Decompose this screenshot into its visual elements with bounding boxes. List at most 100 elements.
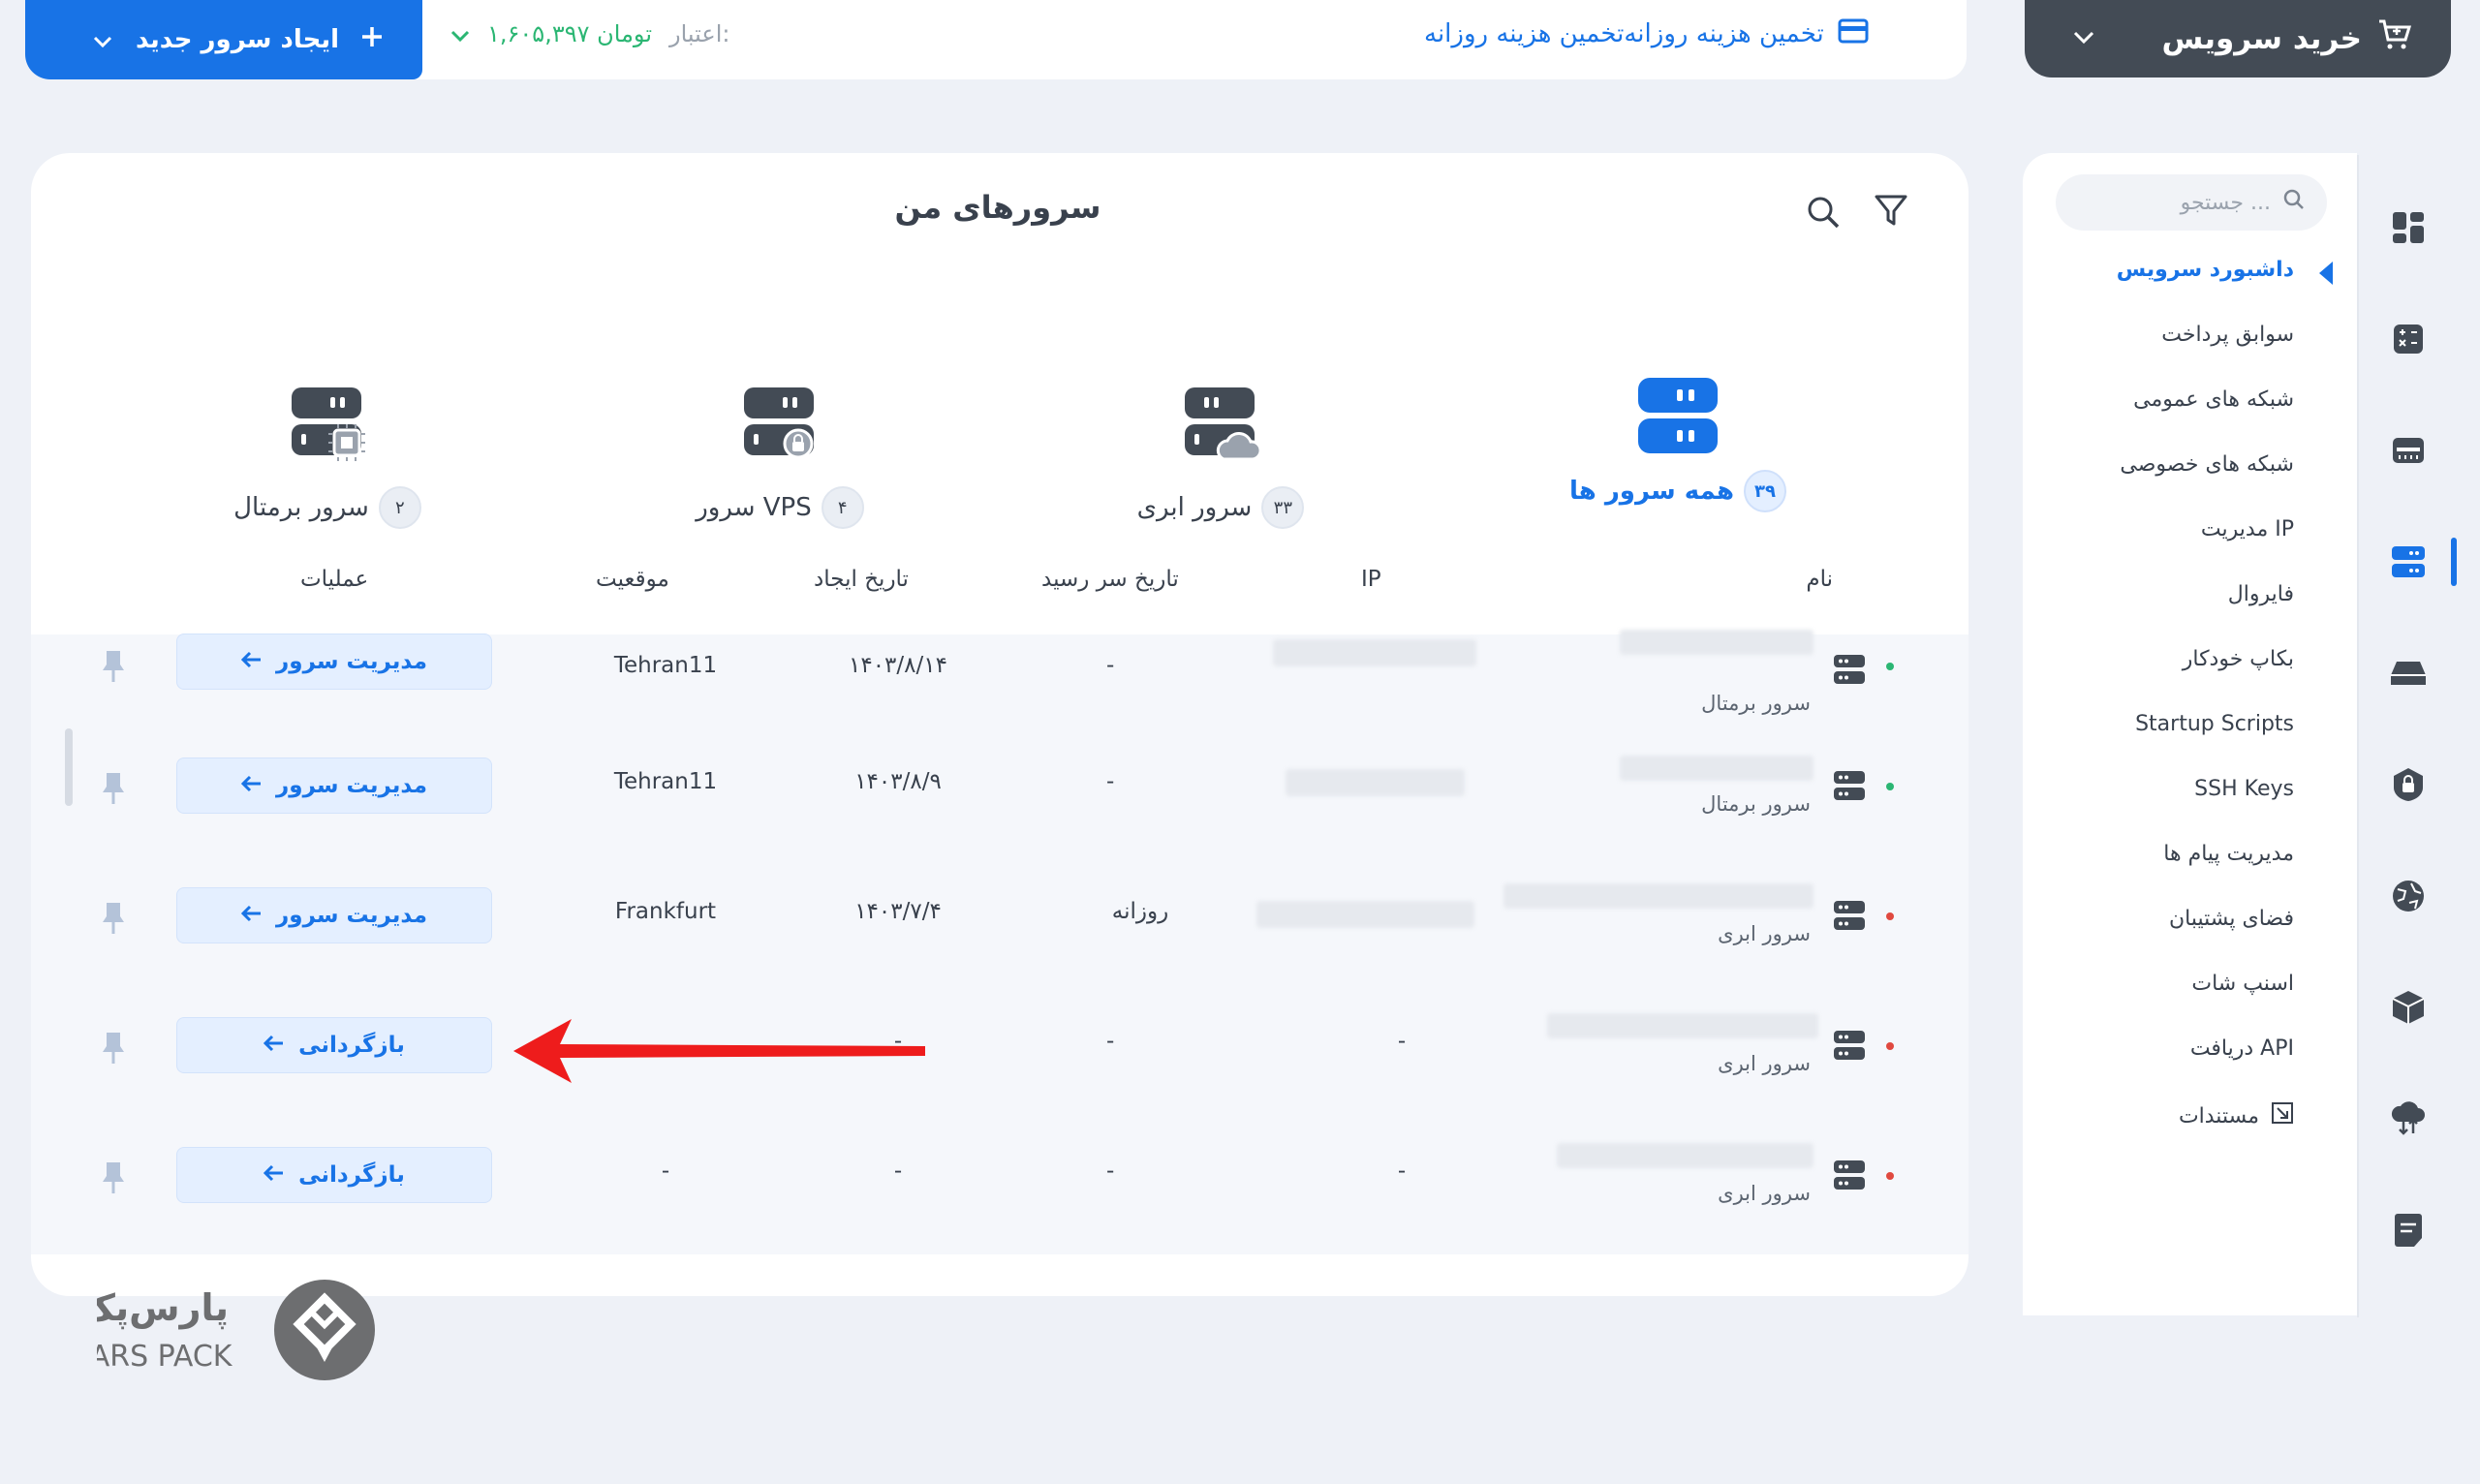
table-row[interactable]: سرور برمتال - ۱۴۰۳/۸/۹ Tehran11 مدیریت س…	[31, 750, 1968, 880]
server-ip: -	[1397, 1159, 1407, 1184]
created-date: -	[893, 1159, 903, 1184]
chevron-down-icon	[450, 20, 470, 47]
page-title: سرورهای من	[894, 189, 1101, 226]
location: Tehran11	[613, 653, 718, 678]
active-caret-icon	[2319, 262, 2333, 285]
buy-service-label: خرید سرویس	[2161, 21, 2362, 56]
sidebar-item-api[interactable]: دریافت API	[2190, 1036, 2294, 1061]
daily-cost-estimate[interactable]: تخمین هزینه روزانه‌تخمین هزینه روزانه	[1424, 15, 1869, 53]
server-type: سرور ابری	[1718, 1052, 1811, 1075]
pin-icon[interactable]	[101, 771, 126, 806]
document-icon[interactable]	[2389, 1211, 2428, 1250]
arrow-left-icon	[263, 1162, 285, 1188]
security-icon[interactable]	[2389, 765, 2428, 804]
column-ip: IP	[1361, 567, 1381, 592]
create-server-label: ایجاد سرور جدید	[135, 25, 339, 54]
tab-baremetal-servers[interactable]: سرور برمتال ۲	[211, 386, 444, 529]
pin-icon[interactable]	[101, 1160, 126, 1195]
restore-button[interactable]: بازگردانی	[176, 1147, 492, 1203]
sidebar-item-messages[interactable]: مدیریت پیام ها	[2163, 842, 2294, 866]
svg-text:پارس‌پک: پارس‌پک	[97, 1286, 229, 1329]
table-row[interactable]: سرور ابری - - - - بازگردانی	[31, 1139, 1968, 1269]
parspack-logo: پارس‌پک PARS PACK	[97, 1280, 375, 1380]
server-ip	[1286, 769, 1465, 796]
external-link-icon	[2271, 1101, 2294, 1130]
filter-icon[interactable]	[1870, 189, 1912, 232]
dashboard-icon[interactable]	[2389, 208, 2428, 247]
table-row[interactable]: سرور ابری روزانه ۱۴۰۳/۷/۴ Frankfurt مدیر…	[31, 880, 1968, 1009]
package-icon[interactable]	[2389, 988, 2428, 1027]
server-ip: -	[1397, 1029, 1407, 1054]
cart-icon	[2377, 18, 2412, 59]
server-name	[1557, 1143, 1814, 1168]
manage-server-button[interactable]: مدیریت سرور	[176, 757, 492, 814]
arrow-left-icon	[263, 1033, 285, 1058]
buy-service-button[interactable]: خرید سرویس	[2025, 0, 2451, 77]
calculator-icon[interactable]	[2389, 320, 2428, 358]
chevron-down-icon	[93, 25, 112, 54]
status-dot	[1886, 783, 1894, 790]
card-icon	[1838, 18, 1869, 50]
restore-label: بازگردانی	[298, 1162, 405, 1188]
servers-icon[interactable]	[2389, 542, 2428, 581]
server-name	[1504, 883, 1814, 909]
tab-vps-count: ۴	[821, 486, 864, 529]
sidebar-search-input[interactable]: جستجو ...	[2056, 174, 2327, 231]
due-date: روزانه	[1111, 899, 1169, 924]
sidebar-item-auto-backup[interactable]: بکاپ خودکار	[2183, 647, 2294, 671]
manage-server-label: مدیریت سرور	[276, 903, 427, 928]
sidebar-item-private-networks[interactable]: شبکه های خصوصی	[2120, 452, 2294, 477]
sidebar-item-ip-management[interactable]: مدیریت IP	[2201, 517, 2294, 541]
credit-display[interactable]: ۱,۶۰۵,۳۹۷ تومان اعتبار:	[450, 15, 729, 53]
pin-icon[interactable]	[101, 901, 126, 936]
created-date: ۱۴۰۳/۷/۴	[854, 899, 942, 924]
sidebar-item-dashboard[interactable]: داشبورد سرویس	[2117, 258, 2294, 282]
sidebar-item-firewall[interactable]: فایروال	[2228, 582, 2294, 606]
tab-cloud-servers[interactable]: سرور ابری ۳۳	[1104, 386, 1337, 529]
arrow-left-icon	[240, 903, 263, 928]
manage-server-button[interactable]: مدیریت سرور	[176, 887, 492, 943]
column-location: موقعیت	[596, 567, 669, 592]
create-server-button[interactable]: ایجاد سرور جدید	[25, 0, 422, 79]
globe-icon[interactable]	[2389, 877, 2428, 915]
pin-icon[interactable]	[101, 1031, 126, 1066]
sidebar-item-docs[interactable]: مستندات	[2179, 1101, 2294, 1130]
server-icon	[1833, 1029, 1866, 1062]
network-icon[interactable]	[2389, 431, 2428, 470]
server-icon	[1833, 653, 1866, 686]
search-icon[interactable]	[1802, 191, 1844, 233]
sidebar-item-snapshot[interactable]: اسنپ شات	[2191, 972, 2294, 996]
sidebar-item-public-networks[interactable]: شبکه های عمومی	[2133, 387, 2294, 412]
tab-all-servers[interactable]: همه سرور ها ۳۹	[1562, 373, 1794, 512]
table-row[interactable]: سرور ابری - - - بازگردانی	[31, 1009, 1968, 1139]
tab-all-count: ۳۹	[1744, 470, 1786, 512]
due-date: -	[1106, 653, 1115, 678]
manage-server-label: مدیریت سرور	[276, 773, 427, 798]
vps-server-icon	[736, 386, 823, 473]
sidebar-item-backup-space[interactable]: فضای پشتیبان	[2169, 907, 2294, 931]
location: Frankfurt	[614, 899, 717, 924]
sidebar-item-startup-scripts[interactable]: Startup Scripts	[2135, 712, 2294, 736]
storage-icon[interactable]	[2389, 654, 2428, 693]
pin-icon[interactable]	[101, 649, 126, 684]
tab-all-label: همه سرور ها	[1569, 477, 1734, 506]
annotation-arrow	[513, 1019, 925, 1083]
tab-vps-label: سرور VPS	[696, 493, 812, 522]
arrow-left-icon	[240, 773, 263, 798]
server-type: سرور ابری	[1718, 922, 1811, 945]
server-name	[1620, 756, 1814, 781]
tab-vps-servers[interactable]: سرور VPS ۴	[664, 386, 896, 529]
sidebar-item-ssh-keys[interactable]: SSH Keys	[2194, 777, 2294, 801]
manage-server-button[interactable]: مدیریت سرور	[176, 634, 492, 690]
search-placeholder: جستجو ...	[2180, 190, 2271, 215]
column-operations: عملیات	[300, 567, 369, 592]
server-icon	[1833, 899, 1866, 932]
baremetal-server-icon	[284, 386, 371, 473]
manage-server-label: مدیریت سرور	[276, 649, 427, 674]
restore-button[interactable]: بازگردانی	[176, 1017, 492, 1073]
cloud-transfer-icon[interactable]	[2389, 1099, 2428, 1138]
sidebar-item-payments[interactable]: سوابق پرداخت	[2161, 323, 2294, 347]
table-row[interactable]: سرور برمتال - ۱۴۰۳/۸/۱۴ Tehran11 مدیریت …	[31, 620, 1968, 750]
arrow-left-icon	[240, 649, 263, 674]
location: Tehran11	[613, 769, 718, 794]
